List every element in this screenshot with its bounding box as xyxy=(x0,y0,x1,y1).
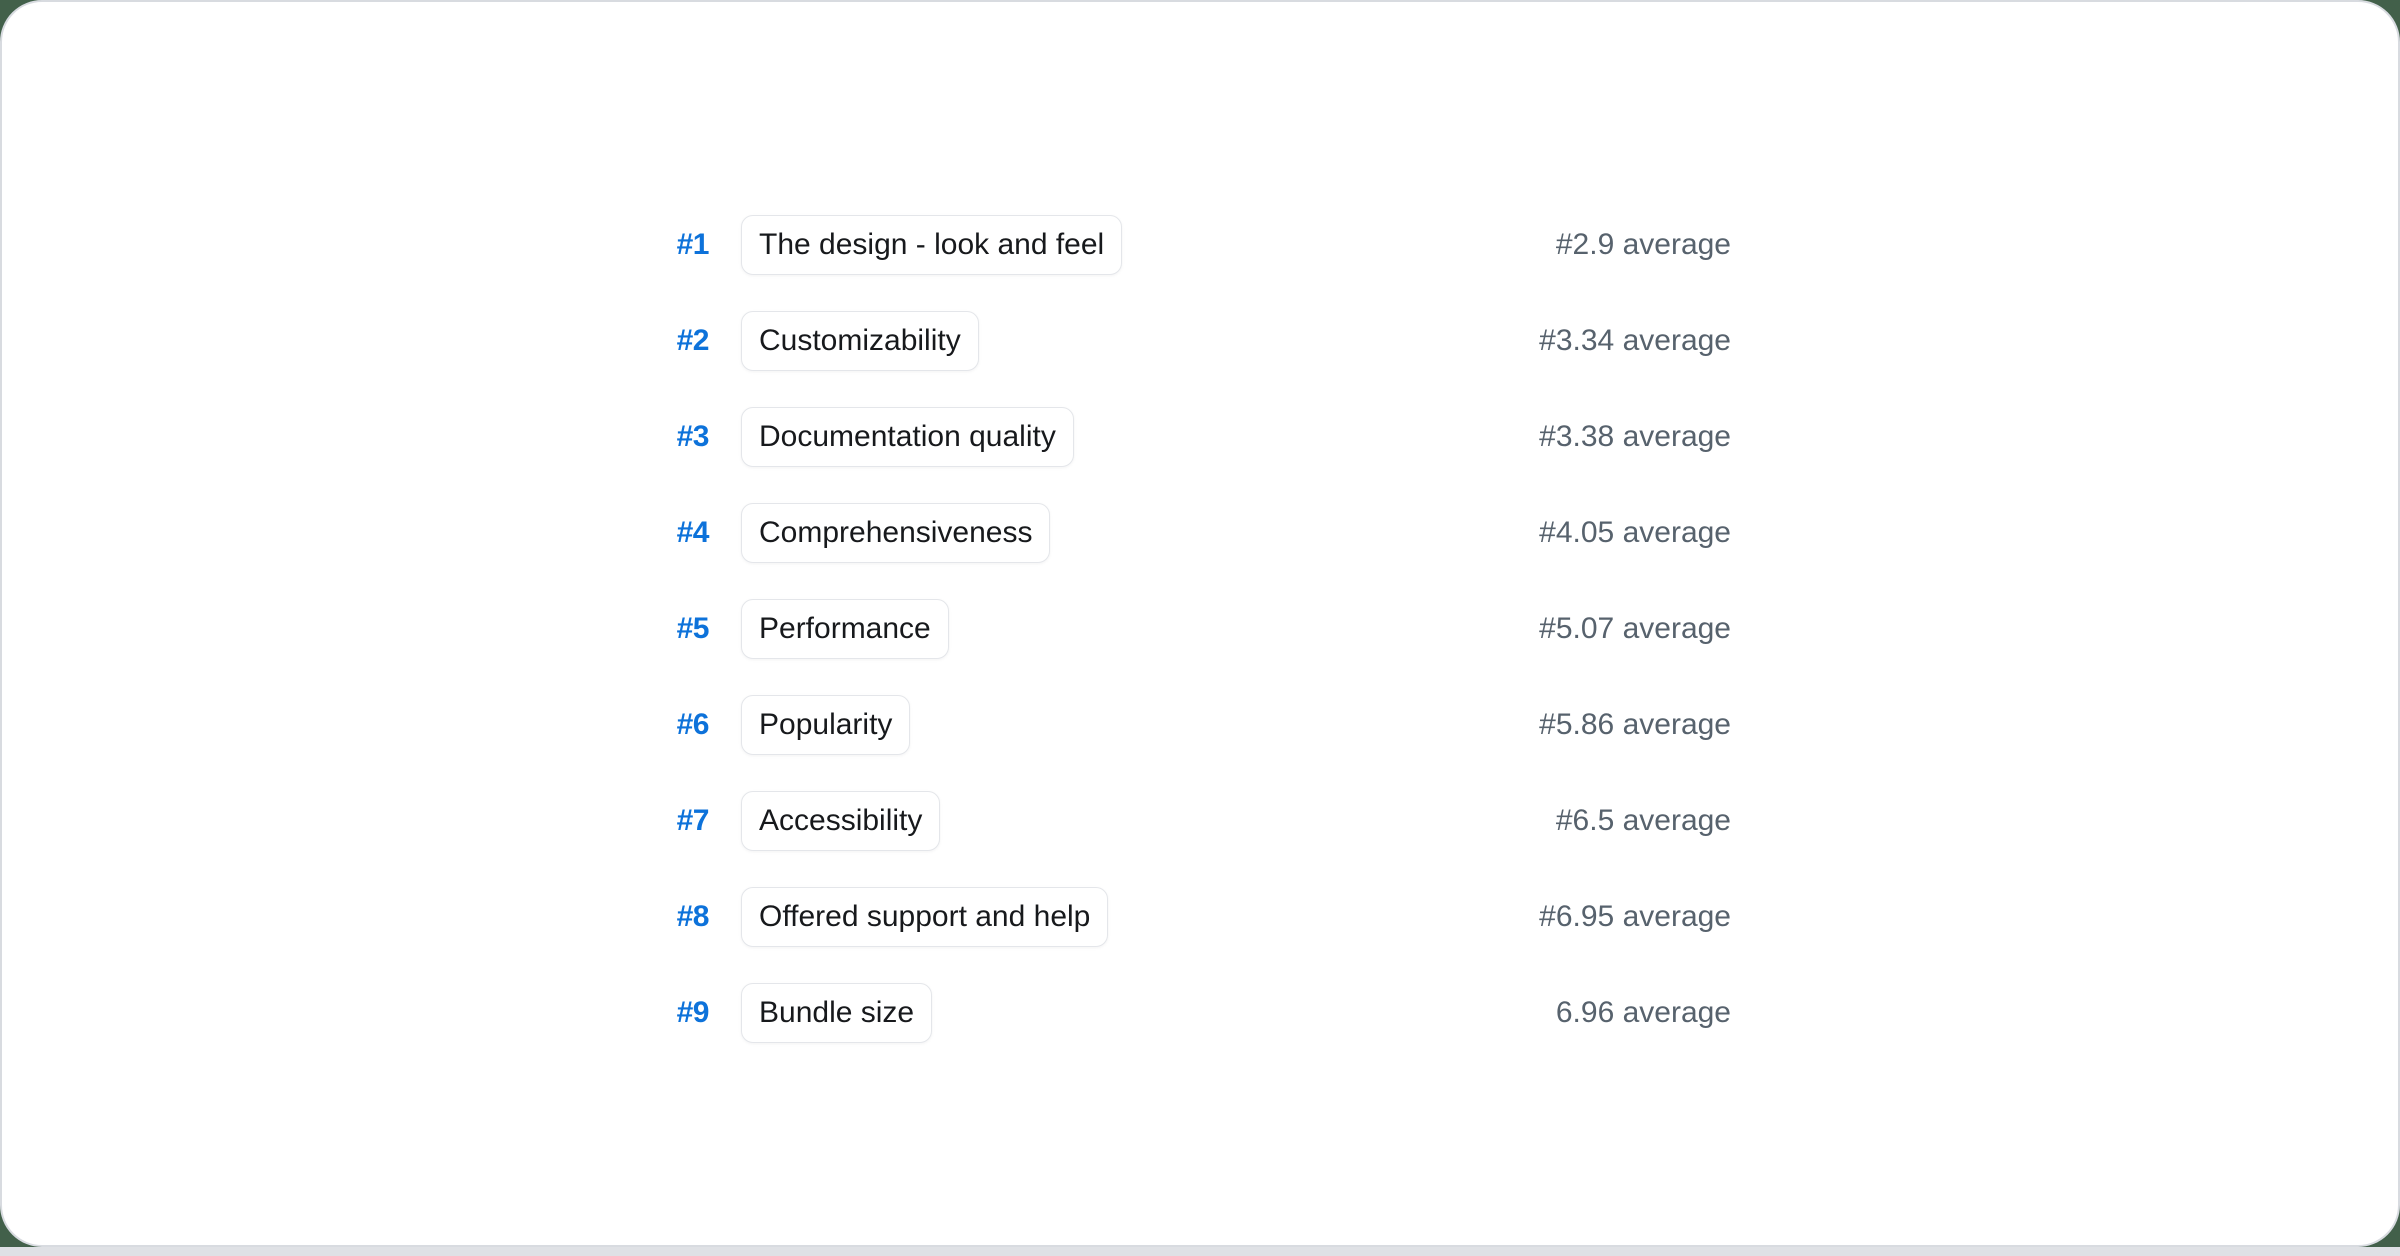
rank-label: #6 xyxy=(669,708,709,742)
ranking-row: #9 Bundle size 6.96 average xyxy=(669,983,1731,1043)
ranking-row: #2 Customizability #3.34 average xyxy=(669,311,1731,371)
option-chip-label: Documentation quality xyxy=(759,420,1056,454)
average-value: #5.86 average xyxy=(1539,708,1731,742)
option-chip-label: Offered support and help xyxy=(759,900,1090,934)
ranking-list: #1 The design - look and feel #2.9 avera… xyxy=(669,205,1731,1043)
rank-label: #8 xyxy=(669,900,709,934)
ranking-row: #6 Popularity #5.86 average xyxy=(669,695,1731,755)
option-chip: Customizability xyxy=(741,311,979,371)
ranking-row: #1 The design - look and feel #2.9 avera… xyxy=(669,215,1731,275)
option-chip-label: Performance xyxy=(759,612,931,646)
option-chip: Popularity xyxy=(741,695,910,755)
rank-label: #2 xyxy=(669,324,709,358)
rank-label: #7 xyxy=(669,804,709,838)
ranking-row: #7 Accessibility #6.5 average xyxy=(669,791,1731,851)
option-chip-label: Popularity xyxy=(759,708,892,742)
average-value: #5.07 average xyxy=(1539,612,1731,646)
results-card: #1 The design - look and feel #2.9 avera… xyxy=(0,0,2400,1247)
option-chip: Bundle size xyxy=(741,983,932,1043)
option-chip: Accessibility xyxy=(741,791,940,851)
average-value: 6.96 average xyxy=(1556,996,1731,1030)
rank-label: #4 xyxy=(669,516,709,550)
option-chip-label: Accessibility xyxy=(759,804,922,838)
rank-label: #1 xyxy=(669,228,709,262)
average-value: #3.38 average xyxy=(1539,420,1731,454)
average-value: #6.5 average xyxy=(1556,804,1731,838)
rank-label: #5 xyxy=(669,612,709,646)
option-chip-label: Customizability xyxy=(759,324,961,358)
average-value: #4.05 average xyxy=(1539,516,1731,550)
ranking-row: #3 Documentation quality #3.38 average xyxy=(669,407,1731,467)
average-value: #2.9 average xyxy=(1556,228,1731,262)
ranking-row: #4 Comprehensiveness #4.05 average xyxy=(669,503,1731,563)
option-chip: Documentation quality xyxy=(741,407,1074,467)
rank-label: #9 xyxy=(669,996,709,1030)
option-chip-label: Comprehensiveness xyxy=(759,516,1032,550)
average-value: #6.95 average xyxy=(1539,900,1731,934)
average-value: #3.34 average xyxy=(1539,324,1731,358)
ranking-row: #5 Performance #5.07 average xyxy=(669,599,1731,659)
ranking-row: #8 Offered support and help #6.95 averag… xyxy=(669,887,1731,947)
rank-label: #3 xyxy=(669,420,709,454)
option-chip: The design - look and feel xyxy=(741,215,1122,275)
option-chip-label: The design - look and feel xyxy=(759,228,1104,262)
option-chip-label: Bundle size xyxy=(759,996,914,1030)
option-chip: Performance xyxy=(741,599,949,659)
option-chip: Offered support and help xyxy=(741,887,1108,947)
bottom-strip xyxy=(0,1247,2400,1256)
option-chip: Comprehensiveness xyxy=(741,503,1050,563)
